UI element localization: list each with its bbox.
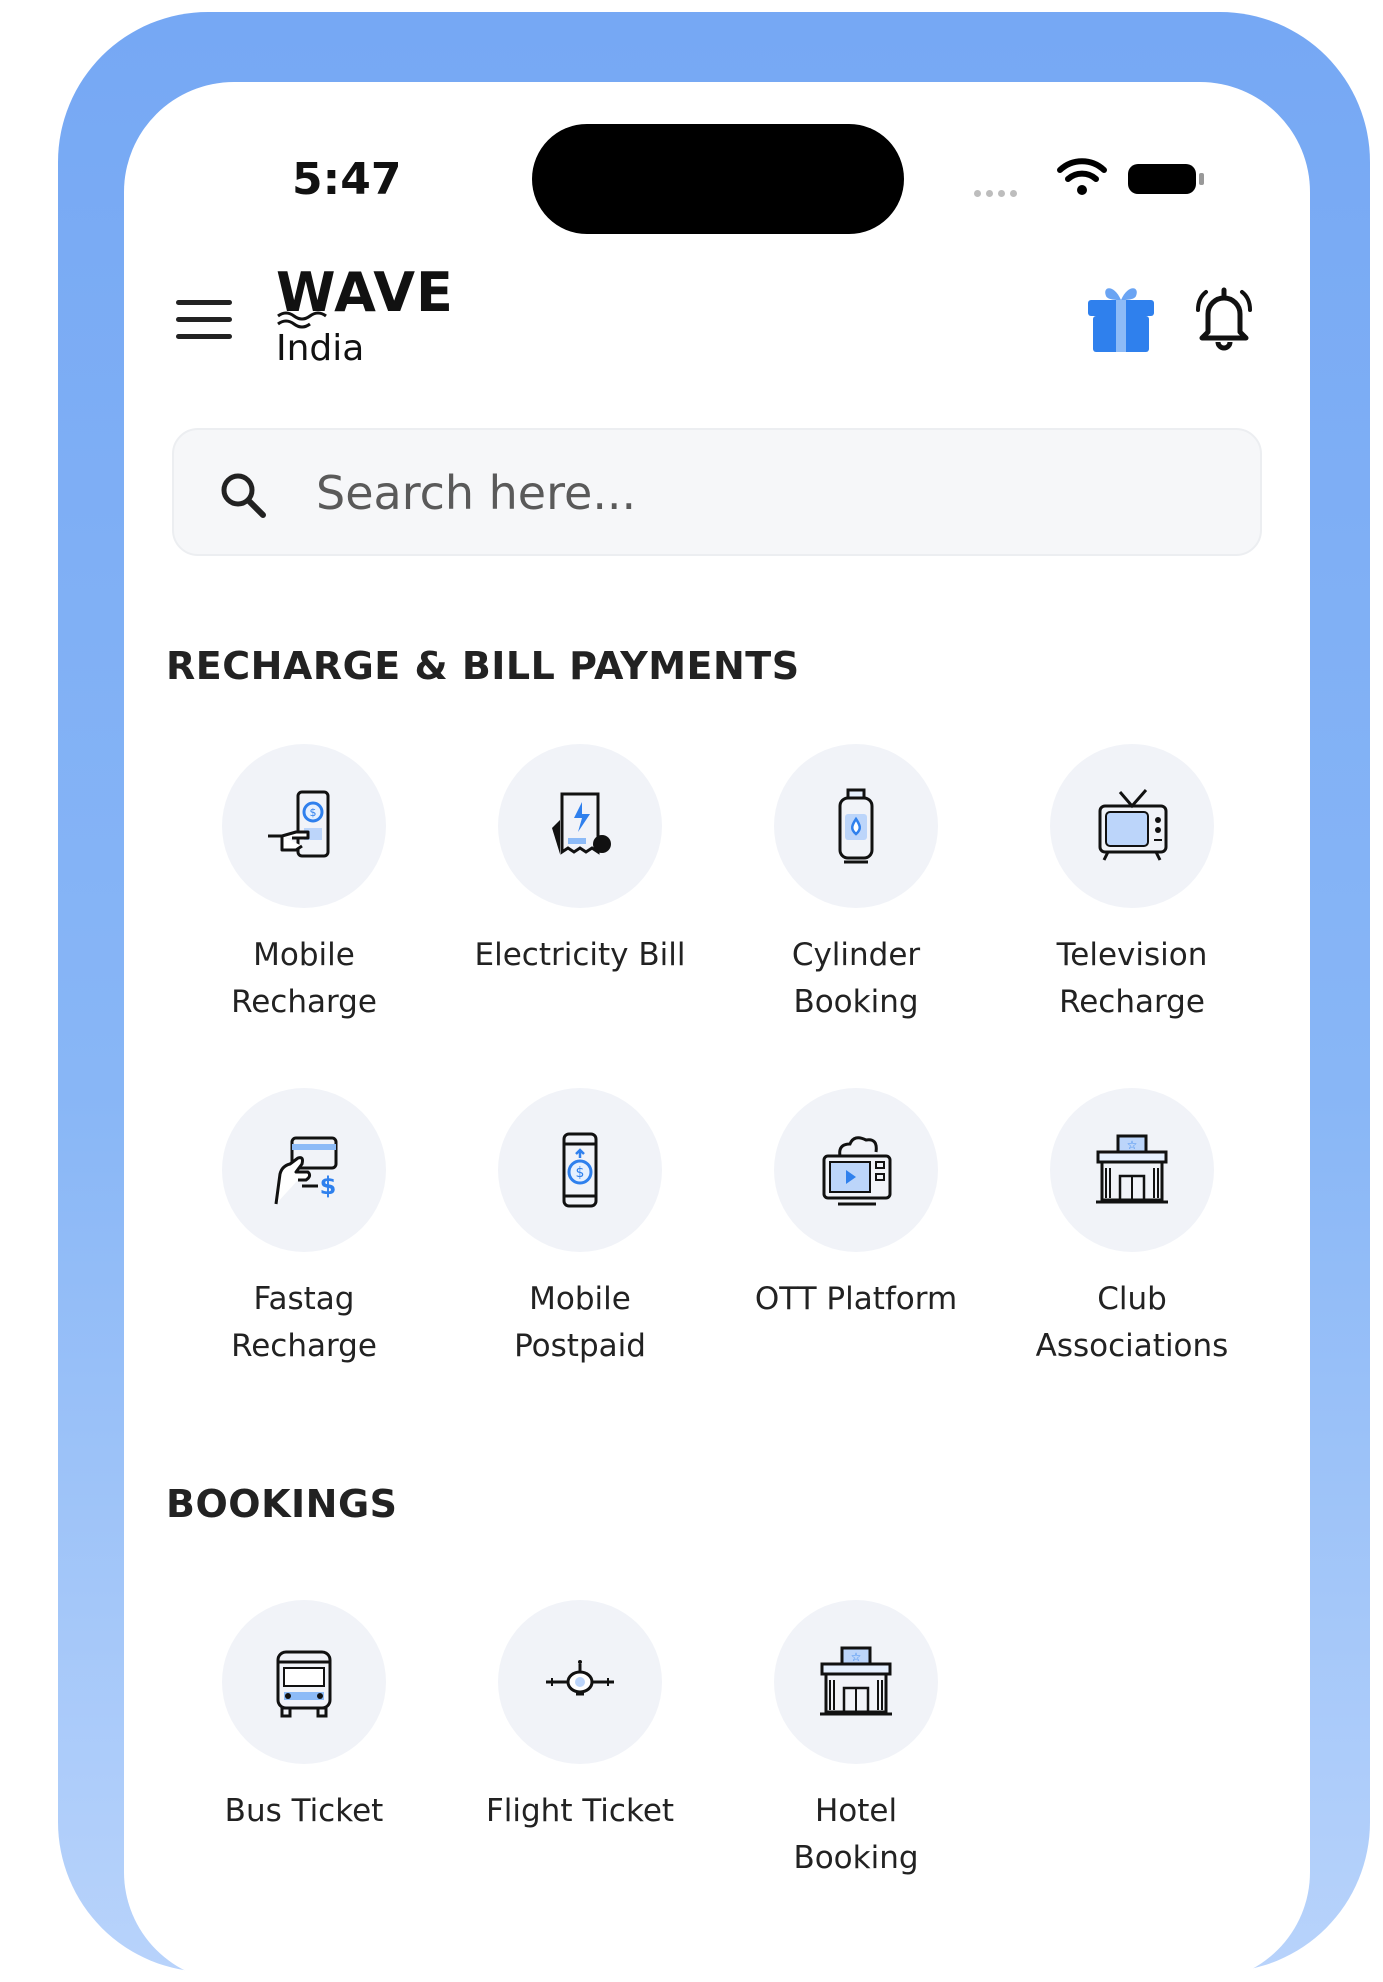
tile-fastag-recharge[interactable]: $ Fastag Recharge: [166, 1088, 442, 1370]
wifi-icon: [1057, 158, 1107, 195]
fastag-card-icon: $: [274, 1136, 338, 1205]
club-building-icon: ☆: [1096, 1134, 1168, 1204]
battery-icon: [1128, 164, 1204, 194]
search-icon: [221, 473, 266, 518]
search-bar[interactable]: [172, 428, 1262, 556]
tile-icon-circle: [774, 1088, 938, 1252]
mobile-postpaid-icon: $: [562, 1132, 598, 1208]
bus-icon: [276, 1650, 332, 1718]
tile-television-recharge[interactable]: Television Recharge: [994, 744, 1270, 1026]
tile-cylinder-booking[interactable]: Cylinder Booking: [718, 744, 994, 1026]
tile-ott-platform[interactable]: OTT Platform: [718, 1088, 994, 1323]
tile-flight-ticket[interactable]: Flight Ticket: [442, 1600, 718, 1835]
gift-icon[interactable]: [1084, 282, 1158, 354]
phone-screen: 5:47 WAVE India RECHAR: [124, 82, 1310, 1982]
svg-text:☆: ☆: [1127, 1138, 1138, 1152]
tile-label: Hotel Booking: [793, 1793, 919, 1876]
tile-icon-circle: [498, 744, 662, 908]
tile-icon-circle: [774, 744, 938, 908]
tile-label: Fastag Recharge: [231, 1281, 377, 1364]
wave-logo-icon: [277, 311, 327, 329]
tile-icon-circle: $: [222, 1088, 386, 1252]
svg-text:☆: ☆: [851, 1650, 862, 1664]
tile-label: Electricity Bill: [474, 937, 686, 973]
notification-bell-icon[interactable]: [1192, 282, 1256, 352]
tile-mobile-recharge[interactable]: $ Mobile Recharge: [166, 744, 442, 1026]
tile-icon-circle: $: [222, 744, 386, 908]
tile-label: Bus Ticket: [224, 1793, 384, 1829]
tile-label: Mobile Postpaid: [514, 1281, 646, 1364]
tile-label: Cylinder Booking: [791, 937, 921, 1020]
dynamic-island: [532, 124, 904, 234]
svg-text:$: $: [576, 1165, 585, 1181]
tile-mobile-postpaid[interactable]: $ Mobile Postpaid: [442, 1088, 718, 1370]
signal-dots-icon: [974, 182, 1036, 197]
tile-hotel-booking[interactable]: ☆ Hotel Booking: [718, 1600, 994, 1882]
tile-icon-circle: ☆: [1050, 1088, 1214, 1252]
country-label: India: [276, 328, 365, 369]
tile-club-associations[interactable]: ☆ Club Associations: [994, 1088, 1270, 1370]
menu-icon[interactable]: [176, 300, 232, 342]
electricity-bill-icon: [552, 792, 611, 855]
tile-label: Flight Ticket: [485, 1793, 675, 1829]
section-title-bookings: BOOKINGS: [166, 1482, 398, 1526]
tile-label: Club Associations: [1035, 1281, 1229, 1364]
tile-icon-circle: [222, 1600, 386, 1764]
svg-text:$: $: [320, 1172, 337, 1200]
tile-icon-circle: $: [498, 1088, 662, 1252]
tile-icon-circle: [498, 1600, 662, 1764]
hotel-building-icon: ☆: [820, 1646, 892, 1716]
tile-label: Television Recharge: [1056, 937, 1208, 1020]
tile-electricity-bill[interactable]: Electricity Bill: [442, 744, 718, 979]
tile-label: Mobile Recharge: [231, 937, 377, 1020]
tile-icon-circle: ☆: [774, 1600, 938, 1764]
tile-icon-circle: [1050, 744, 1214, 908]
section-title-recharge: RECHARGE & BILL PAYMENTS: [166, 644, 800, 688]
svg-text:$: $: [310, 806, 317, 819]
status-time: 5:47: [292, 154, 402, 205]
airplane-icon: [546, 1660, 614, 1696]
tile-bus-ticket[interactable]: Bus Ticket: [166, 1600, 442, 1835]
tile-label: OTT Platform: [754, 1281, 958, 1317]
search-input[interactable]: [314, 450, 1218, 536]
mobile-recharge-icon: $: [268, 790, 330, 858]
ott-platform-icon: [822, 1136, 892, 1206]
television-icon: [1098, 789, 1168, 861]
gas-cylinder-icon: [838, 788, 874, 864]
